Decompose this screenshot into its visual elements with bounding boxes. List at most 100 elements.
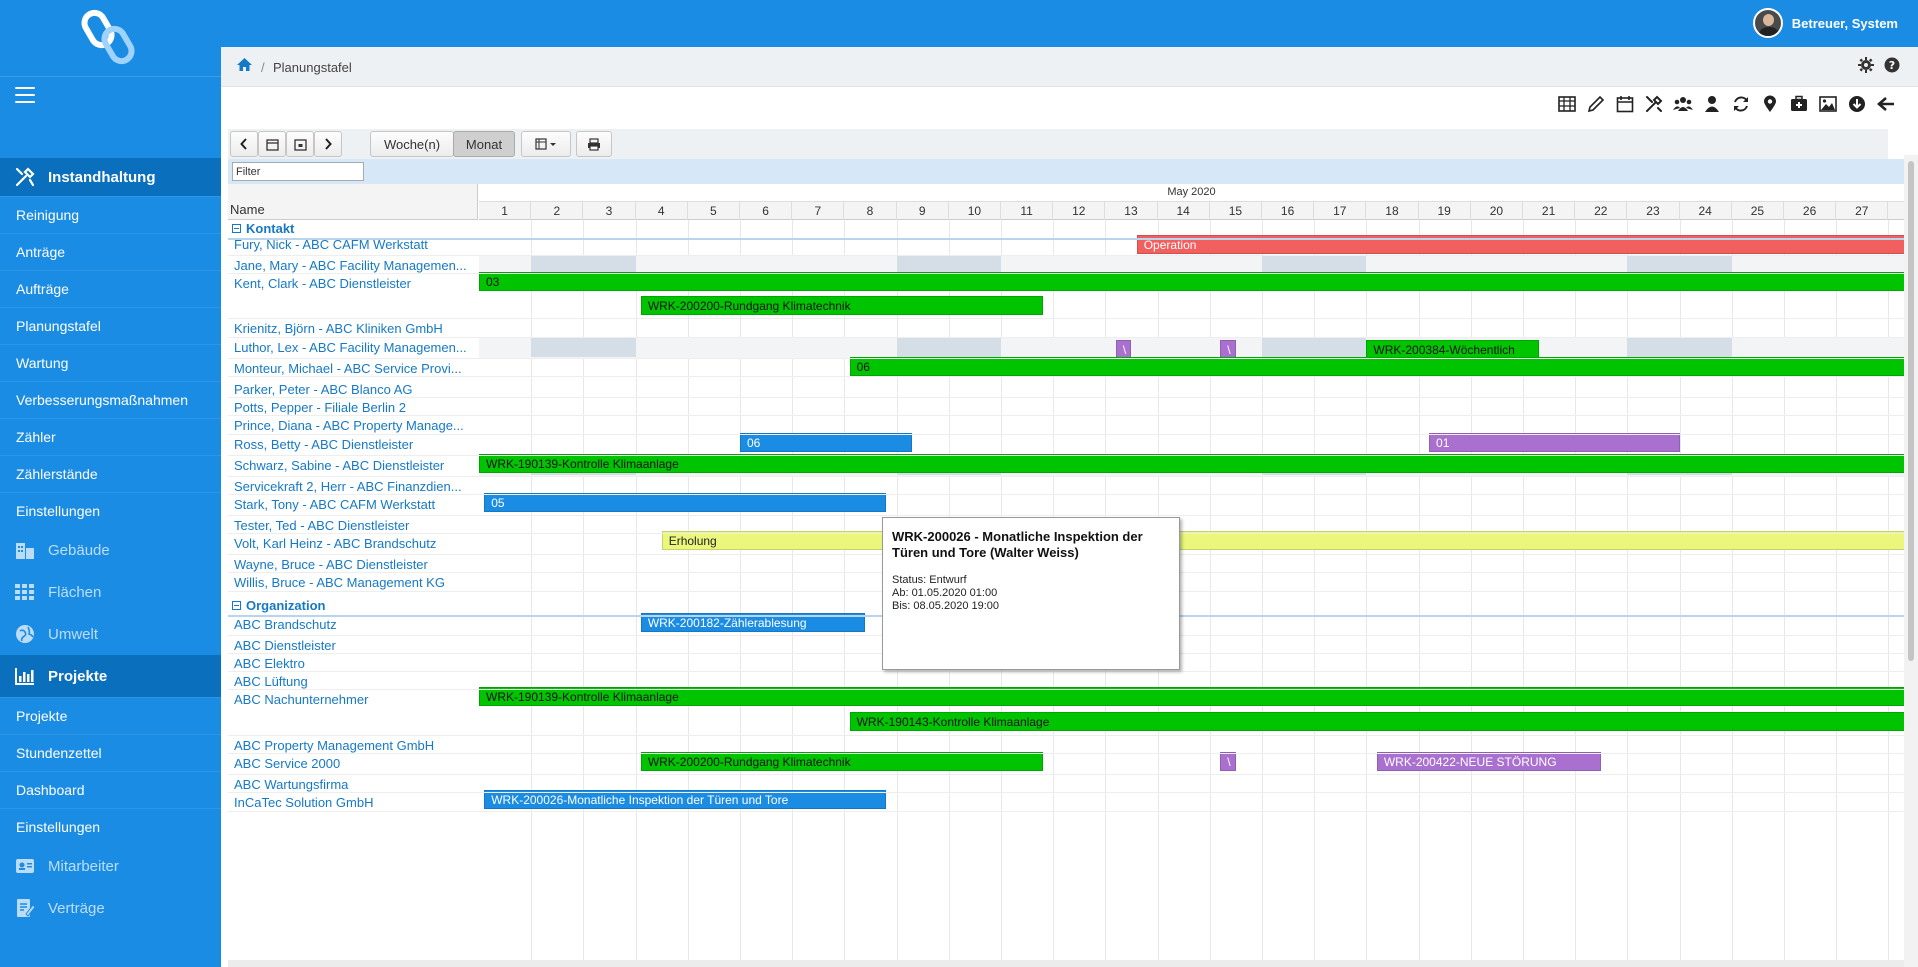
user-icon[interactable] (1702, 94, 1722, 114)
sidebar-item-auftraege[interactable]: Aufträge (0, 270, 221, 307)
row-name[interactable]: InCaTec Solution GmbH (234, 795, 474, 810)
row-name[interactable]: ABC Wartungsfirma (234, 777, 474, 792)
row-name[interactable]: Servicekraft 2, Herr - ABC Finanzdien... (234, 479, 474, 494)
building-icon (14, 539, 36, 561)
row-name[interactable]: Luthor, Lex - ABC Facility Managemen... (234, 340, 474, 355)
row-name[interactable]: ABC Brandschutz (234, 617, 474, 632)
home-icon[interactable] (236, 57, 253, 75)
pencil-icon[interactable] (1586, 94, 1606, 114)
sidebar-item-verbesserungsmassnahmen[interactable]: Verbesserungsmaßnahmen (0, 381, 221, 418)
gantt-bar[interactable]: WRK-200422-NEUE STÖRUNG (1376, 752, 1602, 771)
sidebar-item-wartung[interactable]: Wartung (0, 344, 221, 381)
gantt-bar[interactable]: 01 (1429, 433, 1680, 452)
sidebar-item-antraege[interactable]: Anträge (0, 233, 221, 270)
row-name[interactable]: Willis, Bruce - ABC Management KG (234, 575, 474, 590)
table-icon[interactable] (1557, 94, 1577, 114)
grid-line (1731, 220, 1733, 967)
help-icon[interactable]: ? (1884, 57, 1900, 76)
user-menu[interactable]: Betreuer, System (1752, 5, 1898, 41)
next-button[interactable] (314, 131, 342, 157)
gantt-bar[interactable]: \ (1220, 752, 1236, 771)
view-options-dropdown[interactable] (521, 131, 571, 157)
row-name[interactable]: Volt, Karl Heinz - ABC Brandschutz (234, 536, 474, 551)
calendar-icon[interactable] (1615, 94, 1635, 114)
gantt-bar[interactable]: WRK-190143-Kontrolle Klimaanlage (849, 712, 1904, 731)
row-name[interactable]: Monteur, Michael - ABC Service Provi... (234, 361, 474, 376)
row-name[interactable]: ABC Service 2000 (234, 756, 474, 771)
image-icon[interactable] (1818, 94, 1838, 114)
week-view-button[interactable]: Woche(n) (370, 131, 454, 157)
gear-icon[interactable] (1858, 57, 1874, 76)
weekend-shade (1627, 338, 1732, 357)
sidebar-item-reinigung[interactable]: Reinigung (0, 196, 221, 233)
gantt-bar[interactable]: 05 (484, 493, 887, 512)
sidebar-item-einstellungen[interactable]: Einstellungen (0, 492, 221, 529)
arrow-left-icon[interactable] (1876, 94, 1896, 114)
row-name[interactable]: Stark, Tony - ABC CAFM Werkstatt (234, 497, 474, 512)
row-name[interactable]: ABC Property Management GmbH (234, 738, 474, 753)
row-name[interactable]: ABC Elektro (234, 656, 474, 671)
vertical-scrollbar[interactable] (1904, 155, 1918, 967)
sidebar-item-zaehlerstaende[interactable]: Zählerstände (0, 455, 221, 492)
nav-group-instandhaltung[interactable]: Instandhaltung (0, 158, 221, 196)
nav-group-umwelt[interactable]: Umwelt (0, 613, 221, 655)
users-icon[interactable] (1673, 94, 1693, 114)
row-name[interactable]: Wayne, Bruce - ABC Dienstleister (234, 557, 474, 572)
row-name[interactable]: Tester, Ted - ABC Dienstleister (234, 518, 474, 533)
sidebar-item-dashboard[interactable]: Dashboard (0, 771, 221, 808)
row-name[interactable]: ABC Nachunternehmer (234, 692, 474, 707)
sidebar-item-projekte-einstellungen[interactable]: Einstellungen (0, 808, 221, 845)
row-name[interactable]: Jane, Mary - ABC Facility Managemen... (234, 258, 474, 273)
row-name[interactable]: Potts, Pepper - Filiale Berlin 2 (234, 400, 474, 415)
scrollbar-thumb[interactable] (1908, 161, 1914, 661)
group-header[interactable]: Kontakt (232, 221, 294, 236)
sidebar-item-planungstafel[interactable]: Planungstafel (0, 307, 221, 344)
nav-group-flaechen[interactable]: Flächen (0, 571, 221, 613)
sidebar-item-projekte[interactable]: Projekte (0, 697, 221, 734)
day-header: 18 (1366, 202, 1419, 220)
print-button[interactable] (576, 131, 612, 157)
group-header[interactable]: Organization (232, 598, 325, 613)
prev-button[interactable] (230, 131, 258, 157)
nav-group-vertraege[interactable]: Verträge (0, 887, 221, 929)
refresh-icon[interactable] (1731, 94, 1751, 114)
gantt-bar[interactable]: WRK-200200-Rundgang Klimatechnik (640, 296, 1043, 315)
wrench-icon[interactable] (1644, 94, 1664, 114)
map-marker-icon[interactable] (1760, 94, 1780, 114)
row-name[interactable]: Parker, Peter - ABC Blanco AG (234, 382, 474, 397)
avatar (1752, 8, 1783, 38)
app-logo[interactable] (78, 6, 140, 68)
row-name[interactable]: Kent, Clark - ABC Dienstleister (234, 276, 474, 291)
gantt-bar[interactable]: WRK-190139-Kontrolle Klimaanlage (479, 454, 1904, 473)
row-name[interactable]: ABC Lüftung (234, 674, 474, 689)
row-name[interactable]: ABC Dienstleister (234, 638, 474, 653)
row-name[interactable]: Schwarz, Sabine - ABC Dienstleister (234, 458, 474, 473)
collapse-icon[interactable] (232, 601, 241, 610)
grid-line (1262, 220, 1263, 967)
row-name[interactable]: Ross, Betty - ABC Dienstleister (234, 437, 474, 452)
gantt-bar[interactable]: 03 (479, 272, 1904, 291)
today-button[interactable] (286, 131, 314, 157)
gantt-bar[interactable]: WRK-200200-Rundgang Klimatechnik (640, 752, 1043, 771)
nav-group-gebaeude[interactable]: Gebäude (0, 529, 221, 571)
nav-group-label: Gebäude (48, 541, 110, 559)
hamburger-menu-icon[interactable] (15, 87, 35, 105)
first-aid-icon[interactable] (1789, 94, 1809, 114)
gantt-bar[interactable]: 06 (740, 433, 913, 452)
month-label: May 2020 (1167, 186, 1216, 198)
contract-icon (14, 897, 36, 919)
nav-group-projekte[interactable]: Projekte (0, 655, 221, 697)
day-header: 4 (636, 202, 688, 220)
calendar-button[interactable] (258, 131, 286, 157)
row-name[interactable]: Krienitz, Björn - ABC Kliniken GmbH (234, 321, 474, 336)
sidebar-item-stundenzettel[interactable]: Stundenzettel (0, 734, 221, 771)
row-name[interactable]: Prince, Diana - ABC Property Manage... (234, 418, 474, 433)
filter-input[interactable] (232, 162, 364, 181)
horizontal-scrollbar[interactable] (228, 960, 1904, 967)
gantt-bar[interactable]: 06 (849, 357, 1904, 376)
collapse-icon[interactable] (232, 224, 241, 233)
sidebar-item-zaehler[interactable]: Zähler (0, 418, 221, 455)
month-view-button[interactable]: Monat (453, 131, 515, 157)
nav-group-mitarbeiter[interactable]: Mitarbeiter (0, 845, 221, 887)
download-icon[interactable] (1847, 94, 1867, 114)
